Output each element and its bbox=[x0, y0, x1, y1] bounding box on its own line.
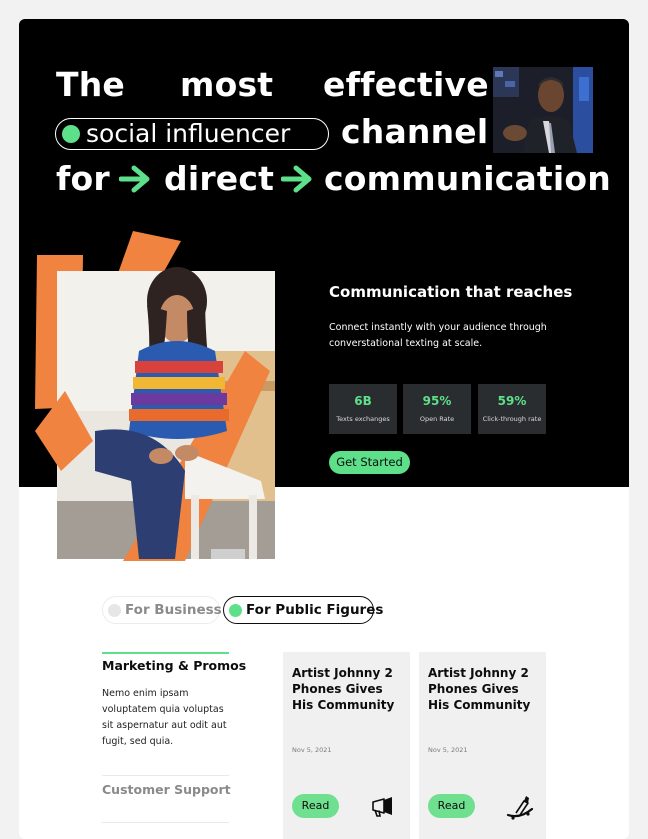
stat-label: Open Rate bbox=[419, 415, 455, 423]
arrow-right-icon bbox=[281, 165, 312, 193]
tab-for-business[interactable]: For Business bbox=[102, 596, 222, 624]
green-dot-icon bbox=[62, 125, 80, 143]
read-button[interactable]: Read bbox=[292, 794, 339, 818]
tab-for-public-figures[interactable]: For Public Figures bbox=[223, 596, 383, 624]
stat-label: Texts exchanges bbox=[336, 415, 390, 423]
influencer-hero-image bbox=[35, 231, 275, 561]
stat-value: 59% bbox=[497, 394, 527, 408]
hero-section: The most effective social influencer cha… bbox=[19, 19, 629, 561]
stat-value: 6B bbox=[354, 394, 372, 408]
article-card: Artist Johnny 2 Phones Gives His Communi… bbox=[283, 652, 410, 839]
headline-word-the: The bbox=[56, 65, 125, 104]
active-category-indicator bbox=[102, 652, 229, 654]
megaphone-icon bbox=[372, 797, 392, 817]
card-title: Artist Johnny 2 Phones Gives His Communi… bbox=[292, 666, 395, 712]
stat-label: Click-through rate bbox=[482, 415, 542, 423]
stat-card: 6B Texts exchanges bbox=[329, 384, 397, 434]
divider bbox=[102, 775, 229, 776]
tab-label: For Business bbox=[125, 602, 222, 618]
section-title: Communication that reaches bbox=[329, 283, 573, 301]
stat-card: 59% Click-through rate bbox=[478, 384, 546, 434]
divider bbox=[102, 822, 229, 823]
category-description: Nemo enim ipsam voluptatem quia voluptas… bbox=[102, 688, 227, 747]
page-frame: The most effective social influencer cha… bbox=[19, 19, 629, 839]
man-in-suit-photo bbox=[493, 67, 593, 153]
section-description: Connect instantly with your audience thr… bbox=[329, 322, 547, 349]
headline-word-channel: channel bbox=[341, 112, 489, 151]
headline-word-communication: communication bbox=[324, 159, 611, 198]
headline-word-most: most bbox=[180, 65, 274, 104]
tab-label: For Public Figures bbox=[246, 602, 384, 618]
tab-dot-icon bbox=[108, 604, 121, 617]
stat-card: 95% Open Rate bbox=[403, 384, 471, 434]
article-card: Artist Johnny 2 Phones Gives His Communi… bbox=[419, 652, 546, 839]
card-date: Nov 5, 2021 bbox=[292, 746, 332, 754]
category-customer-support[interactable]: Customer Support bbox=[102, 782, 231, 797]
headline-word-for: for bbox=[56, 159, 110, 198]
category-marketing-promos[interactable]: Marketing & Promos bbox=[102, 658, 246, 673]
headline-word-effective: effective bbox=[323, 65, 489, 104]
pill-label: social influencer bbox=[86, 119, 291, 148]
skateboard-icon bbox=[506, 796, 534, 820]
get-started-button[interactable]: Get Started bbox=[329, 451, 410, 474]
headline-word-direct: direct bbox=[164, 159, 275, 198]
social-influencer-pill: social influencer bbox=[55, 118, 329, 150]
arrow-right-icon bbox=[119, 165, 150, 193]
card-date: Nov 5, 2021 bbox=[428, 746, 468, 754]
read-button[interactable]: Read bbox=[428, 794, 475, 818]
card-title: Artist Johnny 2 Phones Gives His Communi… bbox=[428, 666, 531, 712]
tab-dot-icon bbox=[229, 604, 242, 617]
stat-value: 95% bbox=[422, 394, 452, 408]
